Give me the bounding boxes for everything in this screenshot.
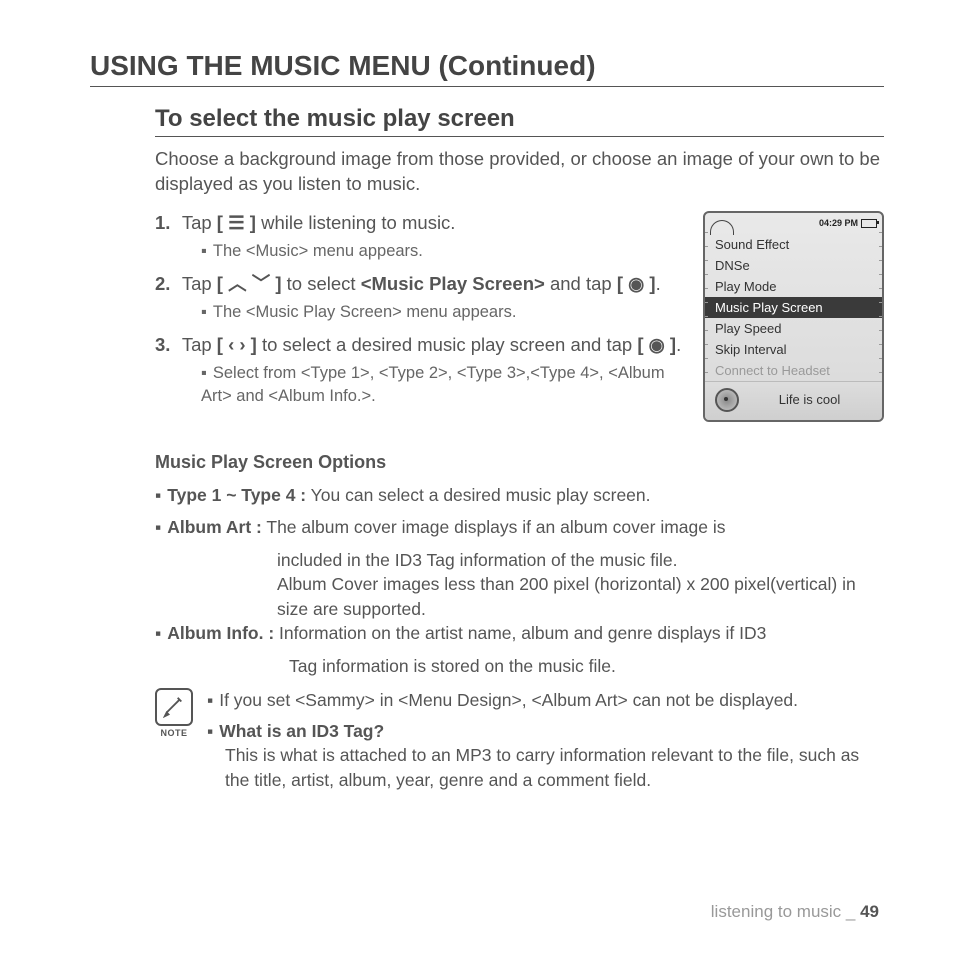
note-line: If you set <Sammy> in <Menu Design>, <Al… [219, 690, 798, 710]
step-text: . [656, 273, 661, 294]
updown-icon: [ ︿ ﹀ ] [217, 273, 282, 294]
menu-icon: [ ☰ ] [217, 212, 256, 233]
step-text: to select [282, 273, 361, 294]
steps-list: 1. Tap [ ☰ ] while listening to music. ▪… [155, 211, 683, 417]
bullet-icon: ▪ [155, 517, 161, 537]
option-label: Type 1 ~ Type 4 : [167, 485, 306, 505]
device-time: 04:29 PM [819, 218, 858, 228]
section-title: To select the music play screen [155, 105, 884, 137]
note-block: NOTE ▪ If you set <Sammy> in <Menu Design… [155, 688, 884, 792]
option-continuation: Album Cover images less than 200 pixel (… [155, 572, 884, 621]
option-text: The album cover image displays if an alb… [262, 517, 726, 537]
option-item: ▪ Album Art : The album cover image displ… [155, 515, 884, 540]
step-3: 3. Tap [ ‹ › ] to select a desired music… [155, 333, 683, 407]
device-menu-list: Sound Effect DNSe Play Mode Music Play S… [705, 232, 882, 381]
step-bold: <Music Play Screen> [361, 273, 545, 294]
device-track-name: Life is cool [747, 392, 872, 407]
footer-section: listening to music [711, 902, 841, 921]
step-number: 3. [155, 333, 177, 358]
note-label: NOTE [160, 728, 187, 738]
step-text: while listening to music. [256, 212, 455, 233]
page-footer: listening to music _ 49 [711, 902, 879, 922]
note-question: What is an ID3 Tag? [219, 721, 384, 741]
step-text: Tap [182, 273, 217, 294]
step-text: Tap [182, 334, 217, 355]
note-answer: This is what is attached to an MP3 to ca… [207, 743, 884, 792]
step-text: Tap [182, 212, 217, 233]
step-sub: Select from <Type 1>, <Type 2>, <Type 3>… [201, 364, 665, 404]
step-sub: The <Music> menu appears. [213, 242, 423, 260]
bullet-icon: ▪ [201, 364, 207, 382]
option-item: ▪ Type 1 ~ Type 4 : You can select a desi… [155, 483, 884, 508]
page-heading: USING THE MUSIC MENU (Continued) [90, 50, 884, 87]
bullet-icon: ▪ [201, 242, 207, 260]
select-icon: [ ◉ ] [617, 273, 656, 294]
option-continuation: included in the ID3 Tag information of t… [155, 548, 884, 573]
option-label: Album Info. : [167, 623, 274, 643]
device-screenshot: 04:29 PM Sound Effect DNSe Play Mode Mus… [703, 211, 884, 422]
step-text: to select a desired music play screen an… [257, 334, 637, 355]
step-number: 2. [155, 272, 177, 297]
option-text: Information on the artist name, album an… [274, 623, 766, 643]
step-1: 1. Tap [ ☰ ] while listening to music. ▪… [155, 211, 683, 262]
leftright-icon: [ ‹ › ] [217, 334, 257, 355]
step-2: 2. Tap [ ︿ ﹀ ] to select <Music Play Scr… [155, 272, 683, 323]
option-continuation: Tag information is stored on the music f… [155, 654, 884, 679]
step-text: . [676, 334, 681, 355]
page-number: 49 [860, 902, 879, 921]
bullet-icon: ▪ [155, 485, 161, 505]
note-icon [155, 688, 193, 726]
footer-sep: _ [841, 902, 860, 921]
device-menu-item[interactable]: Play Speed [705, 318, 882, 339]
step-number: 1. [155, 211, 177, 236]
bullet-icon: ▪ [207, 721, 213, 741]
step-sub: The <Music Play Screen> menu appears. [213, 303, 517, 321]
device-menu-item-selected[interactable]: Music Play Screen [705, 297, 882, 318]
step-text: and tap [545, 273, 617, 294]
device-menu-item[interactable]: DNSe [705, 255, 882, 276]
cd-icon [715, 388, 739, 412]
section-intro: Choose a background image from those pro… [155, 147, 884, 197]
options-heading: Music Play Screen Options [155, 452, 884, 473]
device-menu-item[interactable]: Sound Effect [705, 234, 882, 255]
device-menu-item[interactable]: Play Mode [705, 276, 882, 297]
option-label: Album Art : [167, 517, 262, 537]
option-item: ▪ Album Info. : Information on the artist… [155, 621, 884, 646]
option-text: You can select a desired music play scre… [306, 485, 650, 505]
device-menu-item[interactable]: Skip Interval [705, 339, 882, 360]
bullet-icon: ▪ [207, 690, 213, 710]
battery-icon [861, 219, 877, 228]
bullet-icon: ▪ [155, 623, 161, 643]
bullet-icon: ▪ [201, 303, 207, 321]
select-icon: [ ◉ ] [637, 334, 676, 355]
device-menu-item-disabled: Connect to Headset [705, 360, 882, 381]
